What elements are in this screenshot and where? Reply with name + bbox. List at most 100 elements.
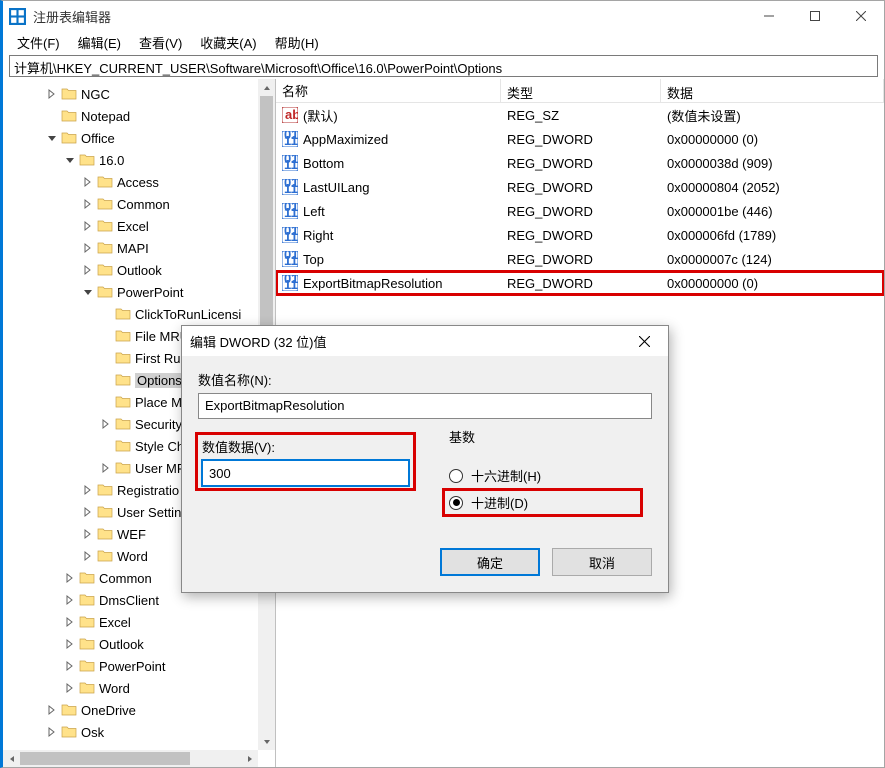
folder-icon <box>115 350 135 367</box>
tree-label: Registratio <box>117 483 179 498</box>
tree-label: Word <box>117 549 148 564</box>
cancel-button[interactable]: 取消 <box>552 548 652 576</box>
menu-help[interactable]: 帮助(H) <box>267 31 327 54</box>
caret-open-icon[interactable] <box>63 153 77 167</box>
value-row[interactable]: TopREG_DWORD0x0000007c (124) <box>276 247 884 271</box>
value-row[interactable]: RightREG_DWORD0x000006fd (1789) <box>276 223 884 247</box>
menubar: 文件(F) 编辑(E) 查看(V) 收藏夹(A) 帮助(H) <box>3 31 884 53</box>
tree-item[interactable]: Access <box>3 171 275 193</box>
close-button[interactable] <box>838 1 884 31</box>
caret-closed-icon[interactable] <box>81 175 95 189</box>
caret-closed-icon[interactable] <box>63 637 77 651</box>
tree-label: PowerPoint <box>117 285 183 300</box>
folder-icon <box>61 108 81 125</box>
value-row[interactable]: LastUILangREG_DWORD0x00000804 (2052) <box>276 175 884 199</box>
menu-favorites[interactable]: 收藏夹(A) <box>192 31 264 54</box>
value-data: 0x000001be (446) <box>661 202 884 221</box>
caret-closed-icon[interactable] <box>63 681 77 695</box>
tree-item[interactable]: Office <box>3 127 275 149</box>
caret-closed-icon[interactable] <box>81 483 95 497</box>
value-row[interactable]: BottomREG_DWORD0x0000038d (909) <box>276 151 884 175</box>
tree-item[interactable]: Notepad <box>3 105 275 127</box>
caret-closed-icon[interactable] <box>45 725 59 739</box>
tree-item[interactable]: 16.0 <box>3 149 275 171</box>
value-type: REG_DWORD <box>501 178 661 197</box>
tree-label: First Run <box>135 351 188 366</box>
dialog-close-button[interactable] <box>628 329 660 353</box>
caret-closed-icon[interactable] <box>81 219 95 233</box>
caret-closed-icon[interactable] <box>81 549 95 563</box>
tree-item[interactable]: OneDrive <box>3 699 275 721</box>
tree-label: User Settin <box>117 505 181 520</box>
caret-closed-icon[interactable] <box>63 659 77 673</box>
value-row[interactable]: ExportBitmapResolutionREG_DWORD0x0000000… <box>276 271 884 295</box>
caret-closed-icon[interactable] <box>63 615 77 629</box>
caret-closed-icon[interactable] <box>99 461 113 475</box>
radio-dec-label: 十进制(D) <box>471 493 528 512</box>
menu-edit[interactable]: 编辑(E) <box>70 31 129 54</box>
value-type: REG_DWORD <box>501 154 661 173</box>
dialog-titlebar[interactable]: 编辑 DWORD (32 位)值 <box>182 326 668 356</box>
caret-closed-icon[interactable] <box>63 571 77 585</box>
radio-hex-label: 十六进制(H) <box>471 466 541 485</box>
scroll-down-icon[interactable] <box>258 733 275 750</box>
tree-item[interactable]: PowerPoint <box>3 655 275 677</box>
radio-dec[interactable]: 十进制(D) <box>445 491 640 514</box>
tree-item[interactable]: MAPI <box>3 237 275 259</box>
value-name: Bottom <box>303 156 344 171</box>
value-data: 0x00000000 (0) <box>661 130 884 149</box>
folder-icon <box>79 570 99 587</box>
value-type: REG_SZ <box>501 106 661 125</box>
scroll-thumb[interactable] <box>260 96 273 326</box>
value-row[interactable]: AppMaximizedREG_DWORD0x00000000 (0) <box>276 127 884 151</box>
hscroll-thumb[interactable] <box>20 752 190 765</box>
tree-item[interactable]: PowerPoint <box>3 281 275 303</box>
tree-hscroll[interactable] <box>3 750 258 767</box>
tree-item[interactable]: NGC <box>3 83 275 105</box>
tree-item[interactable]: Outlook <box>3 259 275 281</box>
minimize-button[interactable] <box>746 1 792 31</box>
tree-label: Notepad <box>81 109 130 124</box>
caret-closed-icon[interactable] <box>99 417 113 431</box>
value-row[interactable]: LeftREG_DWORD0x000001be (446) <box>276 199 884 223</box>
address-bar[interactable]: 计算机\HKEY_CURRENT_USER\Software\Microsoft… <box>9 55 878 77</box>
tree-label: ClickToRunLicensi <box>135 307 241 322</box>
scroll-left-icon[interactable] <box>3 750 20 767</box>
tree-item[interactable]: Common <box>3 193 275 215</box>
scroll-right-icon[interactable] <box>241 750 258 767</box>
value-row[interactable]: (默认)REG_SZ(数值未设置) <box>276 103 884 127</box>
tree-item[interactable]: Word <box>3 677 275 699</box>
col-type[interactable]: 类型 <box>501 79 661 102</box>
tree-item[interactable]: Excel <box>3 611 275 633</box>
dialog-title: 编辑 DWORD (32 位)值 <box>190 332 628 351</box>
tree-label: MAPI <box>117 241 149 256</box>
tree-label: Style Ch <box>135 439 184 454</box>
tree-item[interactable]: Outlook <box>3 633 275 655</box>
maximize-button[interactable] <box>792 1 838 31</box>
tree-item[interactable]: Osk <box>3 721 275 743</box>
col-data[interactable]: 数据 <box>661 79 884 102</box>
caret-closed-icon[interactable] <box>81 241 95 255</box>
caret-closed-icon[interactable] <box>81 263 95 277</box>
value-data-input[interactable] <box>202 460 409 486</box>
caret-open-icon[interactable] <box>81 285 95 299</box>
scroll-up-icon[interactable] <box>258 79 275 96</box>
caret-closed-icon[interactable] <box>63 593 77 607</box>
value-name-input[interactable]: ExportBitmapResolution <box>198 393 652 419</box>
caret-closed-icon[interactable] <box>45 87 59 101</box>
caret-closed-icon[interactable] <box>81 527 95 541</box>
ok-button[interactable]: 确定 <box>440 548 540 576</box>
tree-item[interactable]: Excel <box>3 215 275 237</box>
tree-label: Security <box>135 417 182 432</box>
menu-view[interactable]: 查看(V) <box>131 31 190 54</box>
caret-open-icon[interactable] <box>45 131 59 145</box>
tree-item[interactable]: ClickToRunLicensi <box>3 303 275 325</box>
folder-icon <box>61 702 81 719</box>
menu-file[interactable]: 文件(F) <box>9 31 68 54</box>
caret-closed-icon[interactable] <box>45 703 59 717</box>
caret-closed-icon[interactable] <box>81 505 95 519</box>
folder-icon <box>79 658 99 675</box>
col-name[interactable]: 名称 <box>276 79 501 102</box>
radio-hex[interactable]: 十六进制(H) <box>445 464 640 487</box>
caret-closed-icon[interactable] <box>81 197 95 211</box>
